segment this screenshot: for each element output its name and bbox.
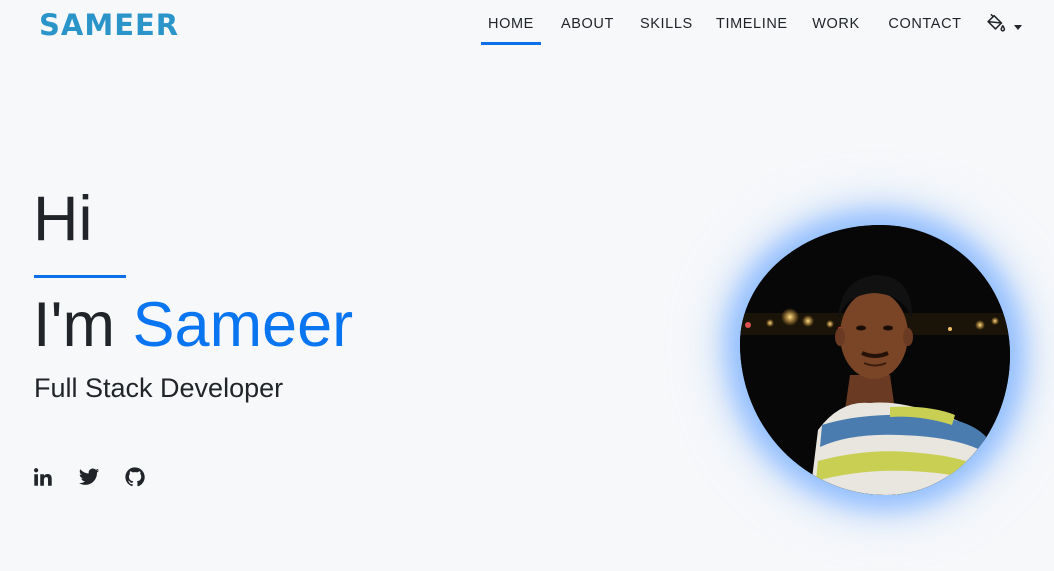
nav-work[interactable]: WORK (810, 0, 862, 48)
hero-intro: I'm Sameer (33, 288, 353, 362)
site-logo[interactable]: SAMEER (39, 5, 179, 45)
chevron-down-icon (1014, 25, 1022, 30)
nav-timeline[interactable]: TIMELINE (716, 0, 787, 48)
nav-about[interactable]: ABOUT (559, 0, 616, 48)
hero-role: Full Stack Developer (34, 373, 284, 403)
github-icon[interactable] (124, 466, 146, 488)
hero-intro-prefix: I'm (33, 290, 133, 360)
nav-skills[interactable]: SKILLS (640, 0, 692, 48)
hero-name: Sameer (132, 290, 354, 360)
hero-greeting: Hi (33, 184, 93, 254)
nav-home[interactable]: HOME (481, 0, 541, 48)
paint-bucket-icon (984, 13, 1006, 38)
theme-toggle-button[interactable] (984, 12, 1022, 36)
linkedin-icon[interactable] (32, 466, 54, 488)
hero-divider (34, 275, 126, 278)
profile-photo (740, 225, 1010, 495)
main-nav: HOME ABOUT SKILLS TIMELINE WORK CONTACT (480, 0, 1028, 48)
nav-contact[interactable]: CONTACT (885, 0, 965, 48)
twitter-icon[interactable] (78, 466, 100, 488)
